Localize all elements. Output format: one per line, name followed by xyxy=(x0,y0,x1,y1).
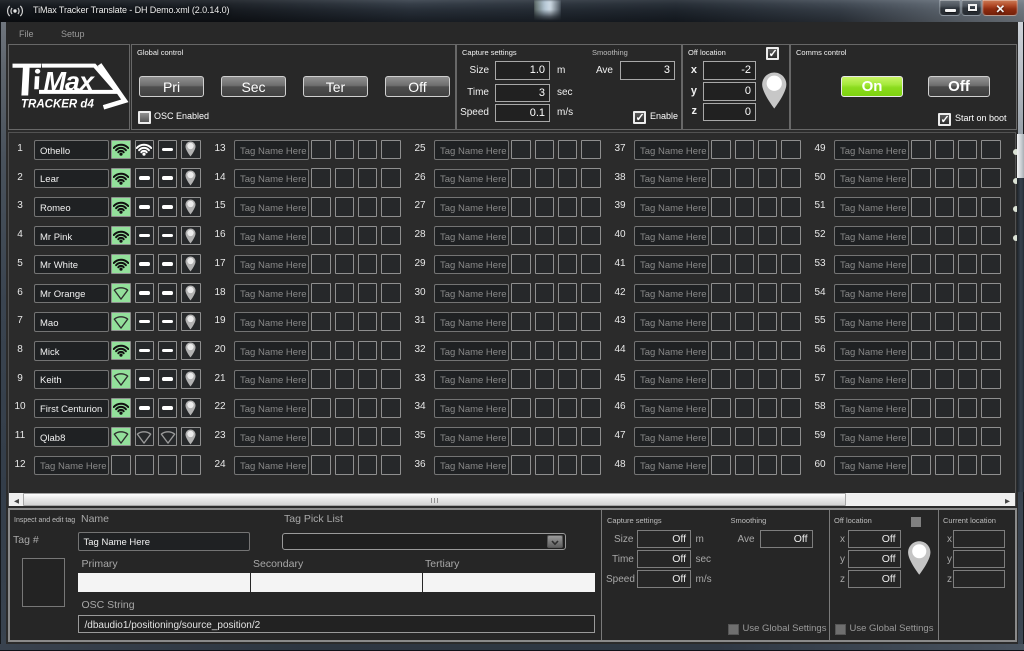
svg-text:TRACKER d4: TRACKER d4 xyxy=(21,99,94,111)
